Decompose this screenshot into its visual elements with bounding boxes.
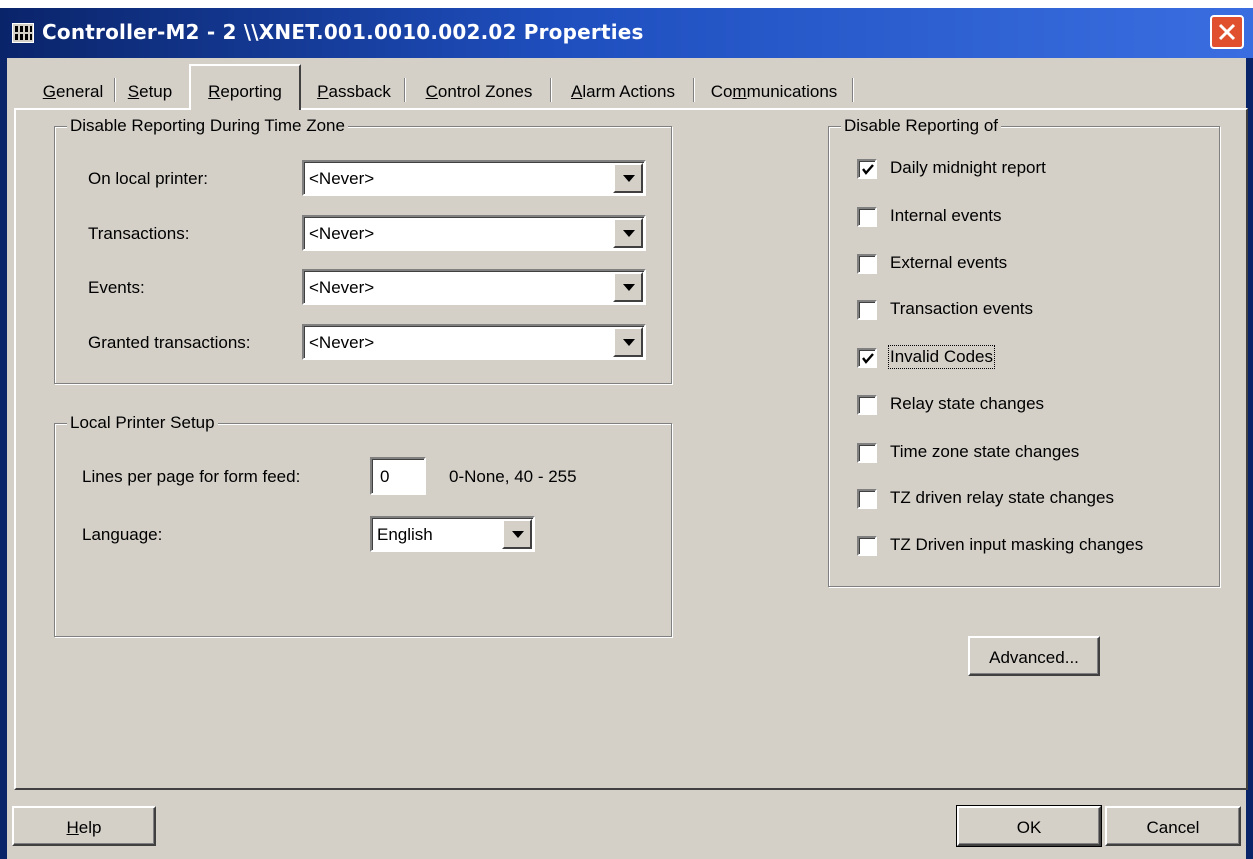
group-title-printer: Local Printer Setup bbox=[67, 413, 218, 433]
ok-button[interactable]: OK bbox=[956, 805, 1102, 847]
transactions-label: Transactions: bbox=[88, 224, 190, 243]
title-bar[interactable]: Controller-M2 - 2 \\XNET.001.0010.002.02… bbox=[0, 8, 1253, 58]
external-events-label[interactable]: External events bbox=[890, 253, 1007, 273]
close-icon bbox=[1218, 23, 1236, 41]
transaction-events-label[interactable]: Transaction events bbox=[890, 299, 1033, 319]
transactions-select[interactable]: <Never> bbox=[302, 215, 646, 251]
lines-per-page-label: Lines per page for form feed: bbox=[82, 467, 301, 486]
internal-events-label[interactable]: Internal events bbox=[890, 206, 1002, 226]
close-button[interactable] bbox=[1210, 15, 1244, 49]
external-events-checkbox[interactable] bbox=[857, 254, 877, 274]
controller-icon bbox=[12, 23, 34, 43]
group-title-disable-reporting: Disable Reporting of bbox=[841, 116, 1002, 136]
time-zone-state-changes-checkbox[interactable] bbox=[857, 443, 877, 463]
tz-driven-input-masking-changes-checkbox[interactable] bbox=[857, 536, 877, 556]
tab-reporting[interactable]: Reporting bbox=[189, 64, 301, 110]
tz-driven-relay-state-changes-checkbox[interactable] bbox=[857, 489, 877, 509]
internal-events-checkbox[interactable] bbox=[857, 207, 877, 227]
time-zone-state-changes-label[interactable]: Time zone state changes bbox=[890, 442, 1079, 462]
on-local-printer-select[interactable]: <Never> bbox=[302, 160, 646, 196]
daily-midnight-report-checkbox[interactable] bbox=[857, 159, 877, 179]
language-label: Language: bbox=[82, 525, 163, 544]
granted-transactions-select[interactable]: <Never> bbox=[302, 324, 646, 360]
events-label: Events: bbox=[88, 278, 145, 297]
tab-general[interactable]: General bbox=[37, 70, 109, 107]
local-printer-setup-group: Local Printer Setup Lines per page for f… bbox=[54, 413, 672, 637]
lines-per-page-hint: 0-None, 40 - 255 bbox=[449, 467, 577, 486]
transaction-events-checkbox[interactable] bbox=[857, 300, 877, 320]
tz-driven-input-masking-changes-label[interactable]: TZ Driven input masking changes bbox=[890, 535, 1143, 555]
tab-communications[interactable]: Communications bbox=[701, 70, 847, 107]
on-local-printer-label: On local printer: bbox=[88, 169, 208, 188]
granted-transactions-label: Granted transactions: bbox=[88, 333, 251, 352]
daily-midnight-report-label[interactable]: Daily midnight report bbox=[890, 158, 1046, 178]
check-icon bbox=[862, 164, 874, 175]
tab-passback[interactable]: Passback bbox=[309, 70, 399, 107]
properties-window: Controller-M2 - 2 \\XNET.001.0010.002.02… bbox=[0, 8, 1253, 859]
invalid-codes-checkbox[interactable] bbox=[857, 348, 877, 368]
chevron-down-icon[interactable] bbox=[613, 272, 643, 302]
relay-state-changes-checkbox[interactable] bbox=[857, 395, 877, 415]
disable-time-zone-group: Disable Reporting During Time Zone On lo… bbox=[54, 116, 672, 384]
events-select[interactable]: <Never> bbox=[302, 269, 646, 305]
disable-reporting-group: Disable Reporting of Daily midnight repo… bbox=[828, 116, 1220, 587]
invalid-codes-label[interactable]: Invalid Codes bbox=[887, 345, 996, 369]
chevron-down-icon[interactable] bbox=[613, 163, 643, 193]
chevron-down-icon[interactable] bbox=[502, 519, 532, 549]
tab-setup[interactable]: Setup bbox=[119, 70, 181, 107]
tab-alarm-actions[interactable]: Alarm Actions bbox=[558, 70, 688, 107]
group-title-time-zone: Disable Reporting During Time Zone bbox=[67, 116, 348, 136]
reporting-panel: Disable Reporting During Time Zone On lo… bbox=[14, 108, 1248, 790]
relay-state-changes-label[interactable]: Relay state changes bbox=[890, 394, 1044, 414]
check-icon bbox=[862, 353, 874, 364]
tz-driven-relay-state-changes-label[interactable]: TZ driven relay state changes bbox=[890, 488, 1114, 508]
window-title: Controller-M2 - 2 \\XNET.001.0010.002.02… bbox=[42, 20, 644, 44]
dialog-client: General Setup Reporting Passback Control… bbox=[7, 58, 1248, 859]
cancel-button[interactable]: Cancel bbox=[1105, 806, 1241, 846]
help-button[interactable]: Help bbox=[12, 806, 156, 846]
chevron-down-icon[interactable] bbox=[613, 327, 643, 357]
chevron-down-icon[interactable] bbox=[613, 218, 643, 248]
advanced-button[interactable]: Advanced... bbox=[968, 636, 1100, 676]
lines-per-page-input[interactable]: 0 bbox=[370, 457, 426, 495]
language-select[interactable]: English bbox=[370, 516, 535, 552]
tab-control-zones[interactable]: Control Zones bbox=[413, 70, 545, 107]
